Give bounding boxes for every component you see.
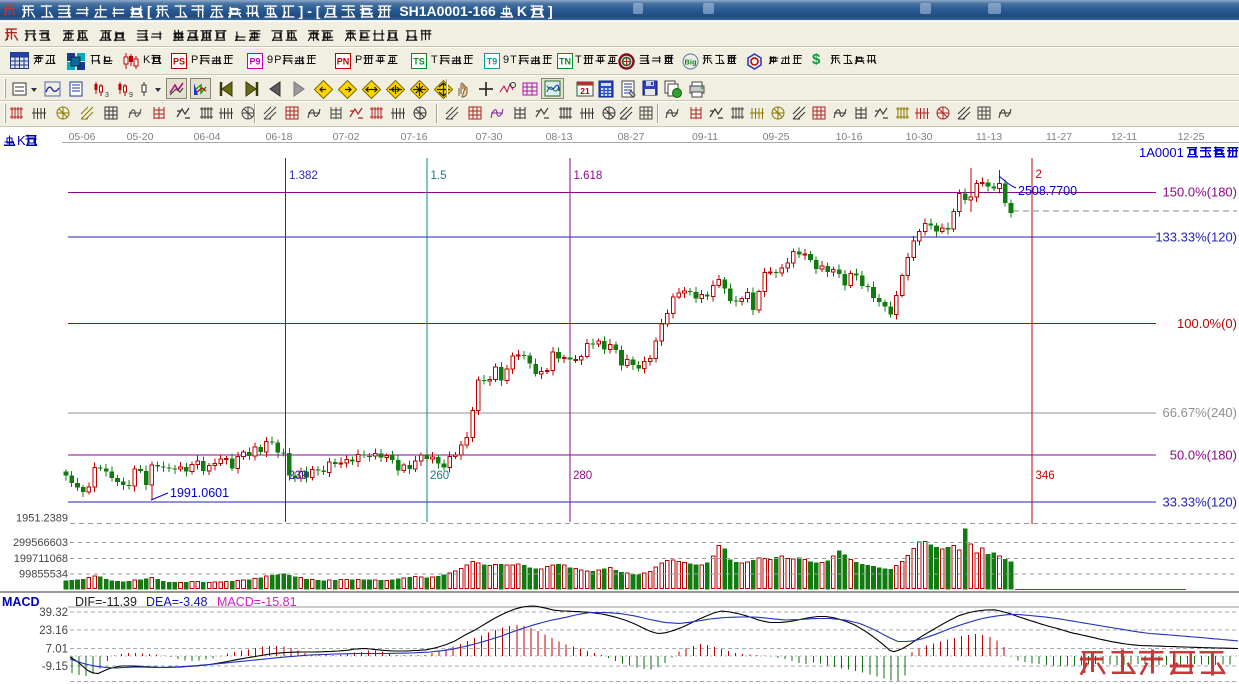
svg-text:1951.2389: 1951.2389 bbox=[16, 513, 68, 525]
svg-text:08-27: 08-27 bbox=[618, 131, 645, 143]
svg-text:PS: PS bbox=[173, 57, 185, 67]
svg-text:K: K bbox=[17, 133, 26, 148]
svg-text:05-06: 05-06 bbox=[69, 131, 96, 143]
svg-text:100.0%(0): 100.0%(0) bbox=[1177, 316, 1237, 331]
svg-text:TS: TS bbox=[413, 57, 425, 67]
svg-text:2508.7700: 2508.7700 bbox=[1018, 184, 1077, 198]
svg-text:09-11: 09-11 bbox=[692, 131, 718, 143]
svg-text:9: 9 bbox=[129, 92, 133, 98]
svg-text:11-13: 11-13 bbox=[976, 131, 1002, 143]
svg-text:239: 239 bbox=[289, 470, 308, 482]
svg-text:09-25: 09-25 bbox=[763, 131, 790, 143]
svg-text:MACD: MACD bbox=[2, 595, 40, 609]
svg-text:99855534: 99855534 bbox=[19, 569, 68, 581]
svg-text:66.67%(240): 66.67%(240) bbox=[1163, 405, 1237, 420]
svg-text:346: 346 bbox=[1036, 470, 1055, 482]
svg-text:PN: PN bbox=[337, 57, 350, 67]
svg-text:21: 21 bbox=[580, 86, 590, 96]
svg-text:T9: T9 bbox=[487, 57, 498, 67]
svg-text:10-16: 10-16 bbox=[836, 131, 863, 143]
svg-text:3: 3 bbox=[105, 92, 109, 98]
svg-text:12-11: 12-11 bbox=[1111, 131, 1137, 143]
svg-text:1.618: 1.618 bbox=[574, 170, 603, 182]
svg-text:P9: P9 bbox=[249, 57, 260, 67]
svg-text:-9.15: -9.15 bbox=[42, 661, 68, 673]
svg-text:33.33%(120): 33.33%(120) bbox=[1163, 495, 1237, 510]
svg-text:1A0001: 1A0001 bbox=[1139, 145, 1184, 160]
svg-text:1.5: 1.5 bbox=[431, 170, 447, 182]
svg-text:06-04: 06-04 bbox=[194, 131, 221, 143]
svg-text:12-25: 12-25 bbox=[1178, 131, 1205, 143]
svg-text:06-18: 06-18 bbox=[266, 131, 293, 143]
svg-text:05-20: 05-20 bbox=[127, 131, 154, 143]
svg-text:07-02: 07-02 bbox=[333, 131, 360, 143]
svg-text:08-13: 08-13 bbox=[546, 131, 573, 143]
svg-text:50.0%(180): 50.0%(180) bbox=[1170, 448, 1237, 463]
svg-text:10-30: 10-30 bbox=[906, 131, 933, 143]
svg-text:TN: TN bbox=[559, 57, 571, 67]
svg-text:11-27: 11-27 bbox=[1046, 131, 1072, 143]
svg-text:1.382: 1.382 bbox=[289, 170, 318, 182]
svg-text:7.01: 7.01 bbox=[46, 644, 68, 656]
svg-text:Big: Big bbox=[684, 58, 697, 67]
svg-text:299566603: 299566603 bbox=[13, 537, 68, 549]
svg-text:23.16: 23.16 bbox=[39, 625, 68, 637]
svg-text:150.0%(180): 150.0%(180) bbox=[1163, 185, 1237, 200]
svg-text:2: 2 bbox=[1036, 169, 1042, 181]
svg-text:133.33%(120): 133.33%(120) bbox=[1155, 230, 1237, 245]
svg-text:260: 260 bbox=[430, 470, 449, 482]
svg-text:280: 280 bbox=[573, 470, 592, 482]
svg-text:39.32: 39.32 bbox=[39, 607, 68, 619]
svg-text:1991.0601: 1991.0601 bbox=[170, 486, 229, 500]
svg-text:07-16: 07-16 bbox=[401, 131, 428, 143]
svg-text:199711068: 199711068 bbox=[14, 553, 68, 565]
svg-text:07-30: 07-30 bbox=[476, 131, 503, 143]
